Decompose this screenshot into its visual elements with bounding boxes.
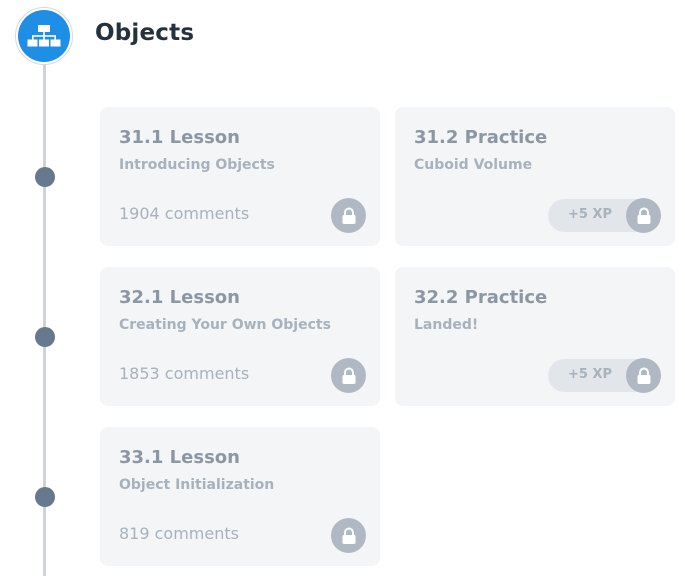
- practice-card[interactable]: 31.2 Practice Cuboid Volume +5 XP: [395, 107, 675, 246]
- lesson-card[interactable]: 32.1 Lesson Creating Your Own Objects 18…: [100, 267, 380, 406]
- card-subtitle: Object Initialization: [119, 477, 275, 493]
- timeline-dot: [35, 487, 55, 507]
- lock-icon: [331, 198, 366, 233]
- xp-label: +5 XP: [568, 207, 613, 222]
- xp-badge: +5 XP: [548, 358, 661, 393]
- card-subtitle: Introducing Objects: [119, 157, 275, 173]
- lesson-card[interactable]: 31.1 Lesson Introducing Objects 1904 com…: [100, 107, 380, 246]
- module-title: Objects: [95, 20, 195, 46]
- module-icon: [15, 7, 73, 65]
- xp-label: +5 XP: [568, 367, 613, 382]
- card-subtitle: Creating Your Own Objects: [119, 317, 331, 333]
- lock-icon: [626, 198, 661, 233]
- lock-icon: [331, 518, 366, 553]
- card-title: 32.1 Lesson: [119, 287, 240, 308]
- xp-badge: +5 XP: [548, 198, 661, 233]
- lock-icon: [331, 358, 366, 393]
- comments-count[interactable]: 1904 comments: [119, 204, 249, 223]
- card-title: 31.2 Practice: [414, 127, 548, 148]
- comments-count[interactable]: 819 comments: [119, 524, 239, 543]
- comments-count[interactable]: 1853 comments: [119, 364, 249, 383]
- card-subtitle: Cuboid Volume: [414, 157, 533, 173]
- card-title: 31.1 Lesson: [119, 127, 240, 148]
- practice-card[interactable]: 32.2 Practice Landed! +5 XP: [395, 267, 675, 406]
- timeline-dot: [35, 327, 55, 347]
- card-title: 33.1 Lesson: [119, 447, 240, 468]
- sitemap-icon: [18, 10, 70, 62]
- card-subtitle: Landed!: [414, 317, 479, 333]
- card-title: 32.2 Practice: [414, 287, 548, 308]
- timeline-dot: [35, 167, 55, 187]
- lesson-card[interactable]: 33.1 Lesson Object Initialization 819 co…: [100, 427, 380, 566]
- lock-icon: [626, 358, 661, 393]
